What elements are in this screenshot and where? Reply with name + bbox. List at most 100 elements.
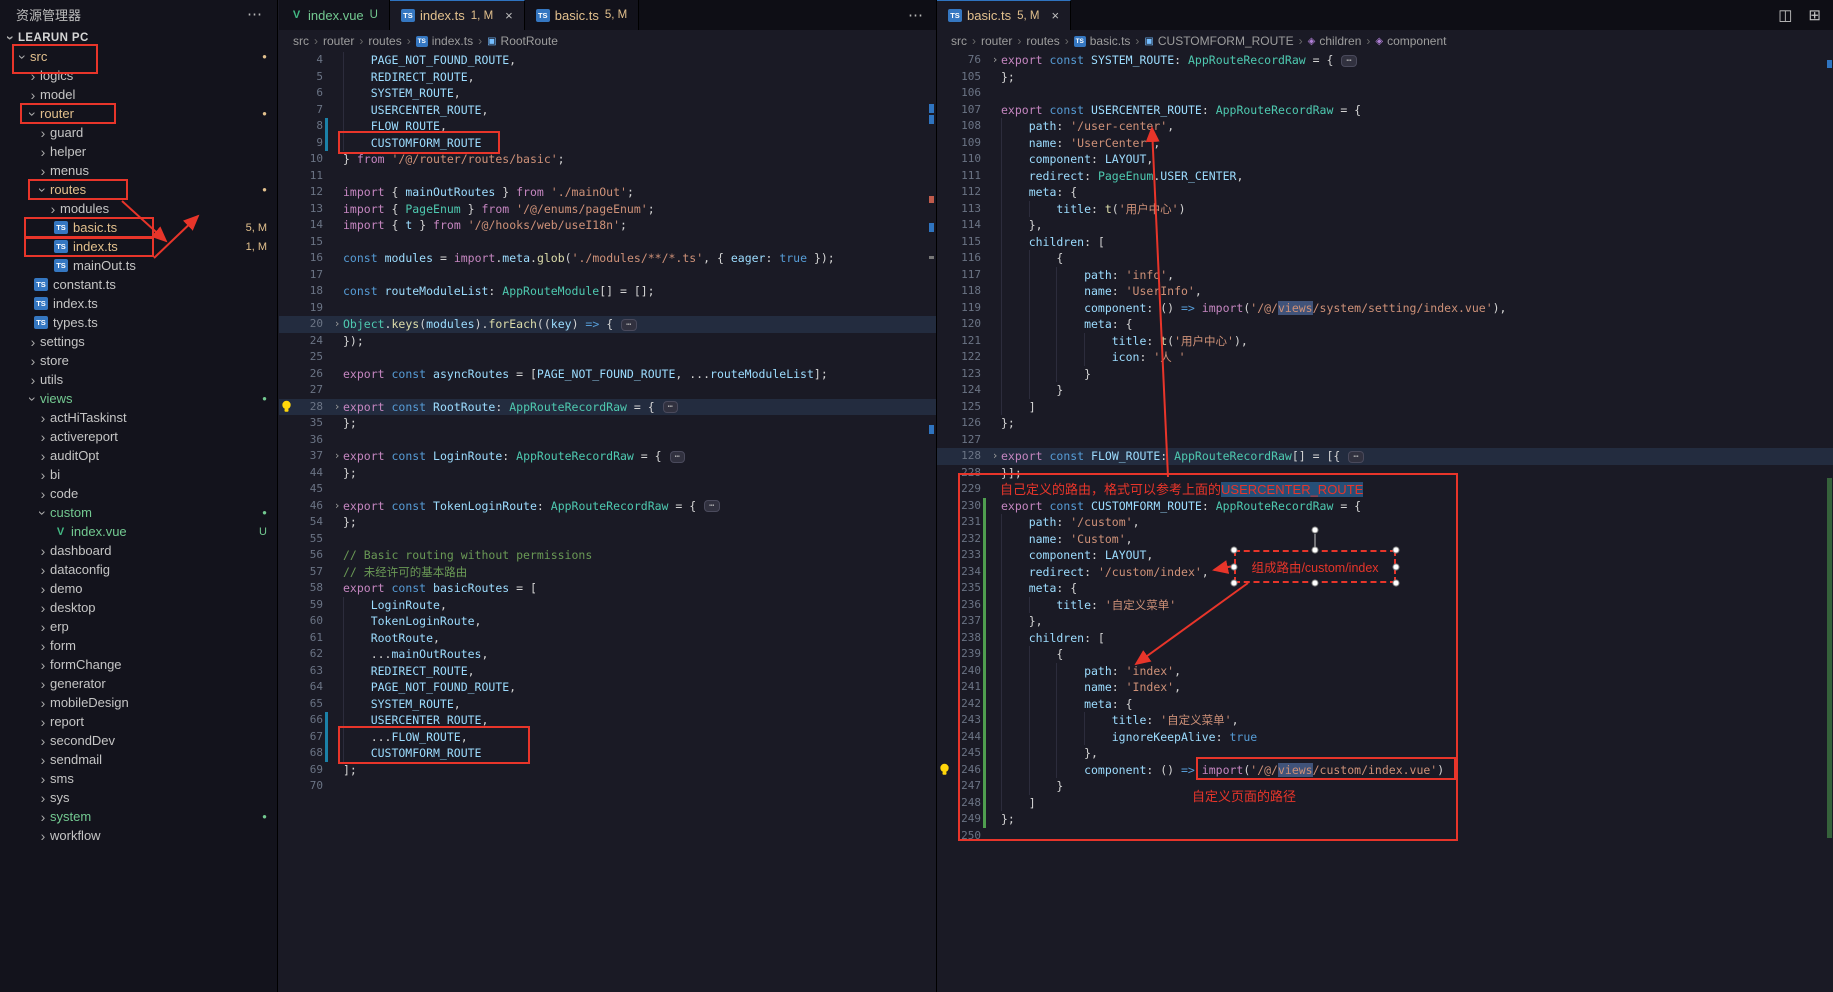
fold-chevron-icon[interactable]: › xyxy=(331,316,343,333)
tree-folder-menus[interactable]: ›menus xyxy=(0,161,277,180)
code-line-13[interactable]: 13import { PageEnum } from '/@/enums/pag… xyxy=(279,201,936,218)
code-line-231[interactable]: 231 path: '/custom', xyxy=(937,514,1833,531)
breadcrumb-item-router[interactable]: router xyxy=(323,34,354,48)
code-line-237[interactable]: 237 }, xyxy=(937,613,1833,630)
code-line-242[interactable]: 242 meta: { xyxy=(937,696,1833,713)
code-line-8[interactable]: 8 FLOW_ROUTE, xyxy=(279,118,936,135)
code-line-125[interactable]: 125 ] xyxy=(937,399,1833,416)
code-line-238[interactable]: 238 children: [ xyxy=(937,630,1833,647)
code-line-12[interactable]: 12import { mainOutRoutes } from './mainO… xyxy=(279,184,936,201)
tree-file-basic.ts[interactable]: TSbasic.ts5, M xyxy=(0,218,277,237)
code-line-35[interactable]: 35}; xyxy=(279,415,936,432)
tree-folder-custom[interactable]: ›custom● xyxy=(0,503,277,522)
code-line-230[interactable]: 230export const CUSTOMFORM_ROUTE: AppRou… xyxy=(937,498,1833,515)
code-line-124[interactable]: 124 } xyxy=(937,382,1833,399)
folded-code-ellipsis[interactable]: ⋯ xyxy=(704,500,719,512)
folded-code-ellipsis[interactable]: ⋯ xyxy=(670,451,685,463)
folded-code-ellipsis[interactable]: ⋯ xyxy=(663,401,678,413)
fold-chevron-icon[interactable]: › xyxy=(989,448,1001,465)
code-line-37[interactable]: 37›export const LoginRoute: AppRouteReco… xyxy=(279,448,936,465)
code-line-61[interactable]: 61 RootRoute, xyxy=(279,630,936,647)
code-line-123[interactable]: 123 } xyxy=(937,366,1833,383)
fold-chevron-icon[interactable]: › xyxy=(989,52,1001,69)
tab-index.ts[interactable]: TSindex.ts1, M× xyxy=(390,0,525,30)
selection-handle[interactable] xyxy=(1393,580,1400,587)
tree-folder-views[interactable]: ›views● xyxy=(0,389,277,408)
tree-folder-bi[interactable]: ›bi xyxy=(0,465,277,484)
breadcrumb-item-index.ts[interactable]: TSindex.ts xyxy=(416,34,473,48)
code-line-65[interactable]: 65 SYSTEM_ROUTE, xyxy=(279,696,936,713)
code-line-24[interactable]: 24}); xyxy=(279,333,936,350)
tree-folder-report[interactable]: ›report xyxy=(0,712,277,731)
tree-folder-erp[interactable]: ›erp xyxy=(0,617,277,636)
breadcrumb-item-basic.ts[interactable]: TSbasic.ts xyxy=(1074,34,1131,48)
tree-folder-auditOpt[interactable]: ›auditOpt xyxy=(0,446,277,465)
code-line-240[interactable]: 240 path: 'index', xyxy=(937,663,1833,680)
code-line-46[interactable]: 46›export const TokenLoginRoute: AppRout… xyxy=(279,498,936,515)
code-line-239[interactable]: 239 { xyxy=(937,646,1833,663)
folded-code-ellipsis[interactable]: ⋯ xyxy=(1341,55,1356,67)
tree-folder-modules[interactable]: ›modules xyxy=(0,199,277,218)
tab-basic.ts[interactable]: TSbasic.ts5, M× xyxy=(937,0,1071,30)
tree-folder-guard[interactable]: ›guard xyxy=(0,123,277,142)
close-icon[interactable]: × xyxy=(505,8,513,23)
code-editor-basic-ts[interactable]: 76›export const SYSTEM_ROUTE: AppRouteRe… xyxy=(937,52,1833,844)
tree-folder-generator[interactable]: ›generator xyxy=(0,674,277,693)
tree-folder-helper[interactable]: ›helper xyxy=(0,142,277,161)
selection-handle[interactable] xyxy=(1231,564,1238,571)
code-line-19[interactable]: 19 xyxy=(279,300,936,317)
selection-handle[interactable] xyxy=(1393,564,1400,571)
code-line-7[interactable]: 7 USERCENTER_ROUTE, xyxy=(279,102,936,119)
code-line-110[interactable]: 110 component: LAYOUT, xyxy=(937,151,1833,168)
code-line-107[interactable]: 107export const USERCENTER_ROUTE: AppRou… xyxy=(937,102,1833,119)
selection-rotate-handle[interactable] xyxy=(1312,527,1319,534)
code-line-249[interactable]: 249}; xyxy=(937,811,1833,828)
breadcrumb-item-src[interactable]: src xyxy=(293,34,309,48)
code-line-63[interactable]: 63 REDIRECT_ROUTE, xyxy=(279,663,936,680)
code-line-15[interactable]: 15 xyxy=(279,234,936,251)
code-line-36[interactable]: 36 xyxy=(279,432,936,449)
selection-handle[interactable] xyxy=(1393,547,1400,554)
code-line-236[interactable]: 236 title: '自定义菜单' xyxy=(937,597,1833,614)
code-line-4[interactable]: 4 PAGE_NOT_FOUND_ROUTE, xyxy=(279,52,936,69)
tree-file-constant.ts[interactable]: TSconstant.ts xyxy=(0,275,277,294)
code-line-69[interactable]: 69]; xyxy=(279,762,936,779)
code-line-6[interactable]: 6 SYSTEM_ROUTE, xyxy=(279,85,936,102)
folded-code-ellipsis[interactable]: ⋯ xyxy=(621,319,636,331)
code-line-20[interactable]: 20›Object.keys(modules).forEach((key) =>… xyxy=(279,316,936,333)
code-line-59[interactable]: 59 LoginRoute, xyxy=(279,597,936,614)
tree-folder-model[interactable]: ›model xyxy=(0,85,277,104)
selection-handle[interactable] xyxy=(1312,547,1319,554)
code-line-58[interactable]: 58export const basicRoutes = [ xyxy=(279,580,936,597)
code-line-120[interactable]: 120 meta: { xyxy=(937,316,1833,333)
workspace-root[interactable]: › LEARUN PC xyxy=(0,28,277,47)
tab-index.vue[interactable]: Vindex.vueU xyxy=(279,0,390,30)
code-line-113[interactable]: 113 title: t('用户中心') xyxy=(937,201,1833,218)
tree-folder-dashboard[interactable]: ›dashboard xyxy=(0,541,277,560)
code-line-117[interactable]: 117 path: 'info', xyxy=(937,267,1833,284)
breadcrumb-item-router[interactable]: router xyxy=(981,34,1012,48)
code-line-11[interactable]: 11 xyxy=(279,168,936,185)
code-line-14[interactable]: 14import { t } from '/@/hooks/web/useI18… xyxy=(279,217,936,234)
breadcrumb-item-RootRoute[interactable]: ▣RootRoute xyxy=(487,34,558,48)
tree-folder-sys[interactable]: ›sys xyxy=(0,788,277,807)
breadcrumb-item-src[interactable]: src xyxy=(951,34,967,48)
code-line-68[interactable]: 68 CUSTOMFORM_ROUTE xyxy=(279,745,936,762)
code-line-5[interactable]: 5 REDIRECT_ROUTE, xyxy=(279,69,936,86)
tree-folder-desktop[interactable]: ›desktop xyxy=(0,598,277,617)
code-line-246[interactable]: 246 component: () => import('/@/views/cu… xyxy=(937,762,1833,779)
code-line-241[interactable]: 241 name: 'Index', xyxy=(937,679,1833,696)
code-line-232[interactable]: 232 name: 'Custom', xyxy=(937,531,1833,548)
code-line-76[interactable]: 76›export const SYSTEM_ROUTE: AppRouteRe… xyxy=(937,52,1833,69)
tree-file-index.ts[interactable]: TSindex.ts xyxy=(0,294,277,313)
code-line-16[interactable]: 16const modules = import.meta.glob('./mo… xyxy=(279,250,936,267)
tree-folder-workflow[interactable]: ›workflow xyxy=(0,826,277,845)
code-line-27[interactable]: 27 xyxy=(279,382,936,399)
code-line-55[interactable]: 55 xyxy=(279,531,936,548)
breadcrumb-item-component[interactable]: ◈component xyxy=(1375,34,1446,48)
more-actions-icon[interactable]: ⋯ xyxy=(247,5,263,23)
fold-chevron-icon[interactable]: › xyxy=(331,399,343,416)
tree-folder-actHiTaskinst[interactable]: ›actHiTaskinst xyxy=(0,408,277,427)
code-line-60[interactable]: 60 TokenLoginRoute, xyxy=(279,613,936,630)
close-icon[interactable]: × xyxy=(1051,8,1059,23)
